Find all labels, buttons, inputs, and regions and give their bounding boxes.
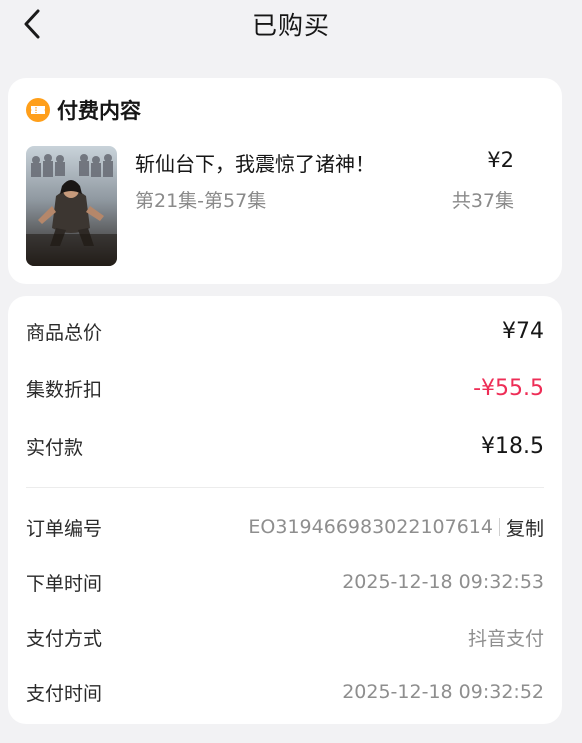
order-details-card: 商品总价 ¥74 集数折扣 -¥55.5 实付款 ¥18.5 订单编号 EO31… xyxy=(8,296,562,724)
order-time-value: 2025-12-18 09:32:53 xyxy=(342,571,544,593)
order-number-label: 订单编号 xyxy=(26,517,103,540)
discount-row: 集数折扣 -¥55.5 xyxy=(26,372,544,404)
section-title: 付费内容 xyxy=(57,99,141,123)
payment-time-value: 2025-12-18 09:32:52 xyxy=(342,681,544,703)
episode-range: 第21集-第57集 xyxy=(135,190,267,212)
divider xyxy=(26,487,544,488)
paid-amount-label: 实付款 xyxy=(26,436,84,459)
order-number-group: EO319466983022107614 复制 xyxy=(248,514,544,541)
navigation-bar: 已购买 xyxy=(0,0,582,48)
paid-amount-row: 实付款 ¥18.5 xyxy=(26,430,544,462)
discount-value: -¥55.5 xyxy=(473,375,544,401)
total-price-row: 商品总价 ¥74 xyxy=(26,315,544,347)
section-header: 付费内容 xyxy=(26,96,141,124)
order-number-row: 订单编号 EO319466983022107614 复制 xyxy=(26,511,544,543)
episode-count: 共37集 xyxy=(451,190,514,212)
total-price-label: 商品总价 xyxy=(26,321,103,344)
payment-time-row: 支付时间 2025-12-18 09:32:52 xyxy=(26,676,544,708)
paid-content-card: 付费内容 斩仙台下，我震惊了诸神！ ¥2 第21集-第57集 共37集 xyxy=(8,78,562,284)
payment-method-value: 抖音支付 xyxy=(467,627,544,650)
drama-cover-image[interactable] xyxy=(26,146,117,266)
drama-title[interactable]: 斩仙台下，我震惊了诸神！ xyxy=(135,148,375,177)
order-time-row: 下单时间 2025-12-18 09:32:53 xyxy=(26,566,544,598)
copy-button[interactable]: 复制 xyxy=(506,514,544,541)
discount-label: 集数折扣 xyxy=(26,378,103,401)
order-time-label: 下单时间 xyxy=(26,572,103,595)
paid-amount-value: ¥18.5 xyxy=(481,433,544,459)
coupon-icon xyxy=(26,98,50,122)
drama-price: ¥2 xyxy=(487,148,514,172)
total-price-value: ¥74 xyxy=(502,318,544,344)
order-number-value: EO319466983022107614 xyxy=(248,516,493,538)
separator xyxy=(498,518,500,536)
page-title: 已购买 xyxy=(251,11,330,40)
payment-method-row: 支付方式 抖音支付 xyxy=(26,621,544,653)
payment-time-label: 支付时间 xyxy=(26,682,103,705)
payment-method-label: 支付方式 xyxy=(26,627,103,650)
